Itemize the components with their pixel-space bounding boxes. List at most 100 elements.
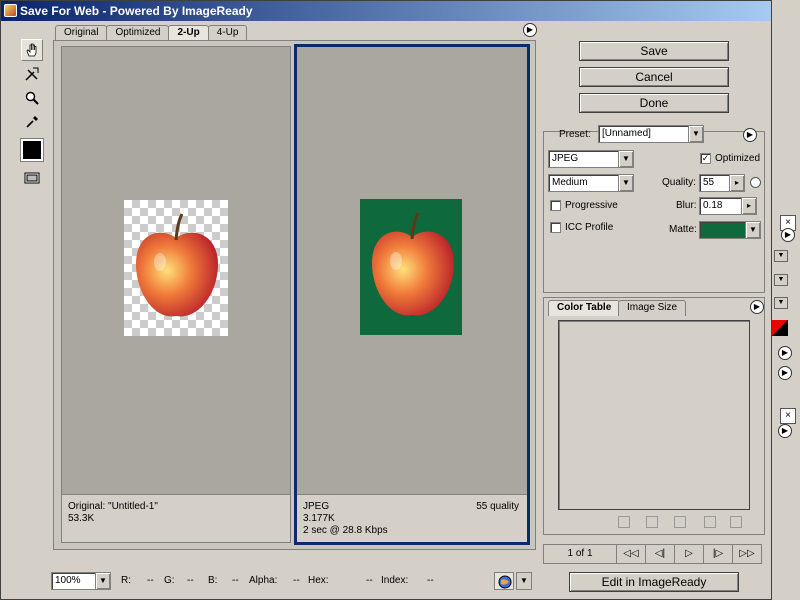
optimized-info: JPEG 3.177K 2 sec @ 28.8 Kbps 55 quality [297, 494, 527, 542]
cancel-button[interactable]: Cancel [579, 67, 729, 87]
original-name-text: Original: "Untitled-1" [68, 501, 158, 512]
tab-optimized[interactable]: Optimized [106, 25, 170, 41]
apple-image [136, 213, 218, 317]
status-bar: 100% ▼ R: -- G: -- B: -- Alpha: -- Hex: … [51, 571, 541, 591]
optimized-checkbox[interactable]: ✓ [700, 153, 711, 164]
done-button[interactable]: Done [579, 93, 729, 113]
quality-preset-value: Medium [552, 177, 588, 188]
lock-icon[interactable] [674, 516, 686, 528]
quality-label: Quality: [662, 177, 696, 188]
chevron-down-icon: ▼ [618, 175, 633, 191]
icc-profile-checkbox[interactable] [550, 222, 561, 233]
chevron-down-icon: ▼ [618, 151, 633, 167]
preset-label: Preset: [559, 129, 591, 140]
view-tabs: Original Optimized 2-Up 4-Up [55, 25, 248, 41]
tab-4-up[interactable]: 4-Up [207, 25, 248, 41]
trash-icon[interactable] [730, 516, 742, 528]
alpha-label: Alpha: [249, 575, 278, 586]
optimized-quality-text: 55 quality [476, 501, 519, 512]
original-preview-pane[interactable]: Original: "Untitled-1" 53.3K [61, 46, 291, 543]
progressive-checkbox[interactable] [550, 200, 561, 211]
b-label: B: [208, 575, 218, 586]
app-icon [4, 4, 17, 17]
preview-menu-icon[interactable]: ▶ [523, 23, 537, 37]
title-bar[interactable]: Save For Web - Powered By ImageReady [1, 1, 771, 21]
matte-dropdown[interactable]: ▼ [699, 221, 761, 239]
next-frame-button[interactable]: |▷ [703, 544, 733, 564]
zoom-tool-icon[interactable] [21, 87, 43, 109]
quality-value: 55 [703, 177, 715, 188]
settings-menu-icon[interactable]: ▶ [743, 128, 757, 142]
hex-value: -- [366, 575, 373, 586]
slice-select-tool-icon[interactable] [21, 63, 43, 85]
optimized-label: Optimized [715, 153, 761, 164]
edit-in-imageready-button[interactable]: Edit in ImageReady [569, 572, 739, 592]
chevron-down-icon: ▼ [95, 573, 110, 589]
optimization-settings: Preset: [Unnamed] ▼ ▶ JPEG ▼ ✓ Optimized… [543, 125, 765, 293]
progressive-label: Progressive [565, 200, 618, 211]
quality-field[interactable]: 55 ▸ [699, 174, 745, 192]
optimized-image [360, 199, 462, 335]
toggle-slices-icon[interactable] [21, 167, 43, 189]
map-color-icon[interactable] [618, 516, 630, 528]
tab-original[interactable]: Original [55, 25, 108, 41]
first-frame-button[interactable]: ◁◁ [616, 544, 646, 564]
play-button[interactable]: ▷ [674, 544, 704, 564]
new-color-icon[interactable] [704, 516, 716, 528]
tab-color-table[interactable]: Color Table [548, 300, 621, 316]
animation-pager: 1 of 1 ◁◁ ◁| ▷ |▷ ▷▷ [543, 544, 765, 564]
color-table-panel: Color Table Image Size ▶ [543, 297, 765, 535]
g-label: G: [164, 575, 175, 586]
quality-mask-icon[interactable] [750, 177, 761, 188]
hex-label: Hex: [308, 575, 329, 586]
browser-preview-icon[interactable] [494, 572, 514, 590]
preset-value: [Unnamed] [602, 128, 651, 139]
eyedropper-tool-icon[interactable] [21, 111, 43, 133]
prev-frame-button[interactable]: ◁| [645, 544, 675, 564]
apple-image [372, 212, 454, 316]
web-shift-icon[interactable] [646, 516, 658, 528]
panel-menu-icon[interactable]: ▶ [781, 228, 795, 242]
tab-image-size[interactable]: Image Size [618, 300, 687, 316]
index-value: -- [427, 575, 434, 586]
save-for-web-dialog: Save For Web - Powered By ImageReady Ori… [0, 0, 772, 600]
icc-profile-label: ICC Profile [565, 222, 614, 233]
tool-palette [20, 39, 47, 191]
matte-label: Matte: [669, 224, 697, 235]
browser-menu-chevron-down-icon[interactable]: ▼ [516, 572, 532, 590]
b-value: -- [232, 575, 239, 586]
optimized-preview-pane[interactable]: JPEG 3.177K 2 sec @ 28.8 Kbps 55 quality [294, 44, 530, 545]
panel-menu-icon[interactable]: ▶ [778, 346, 792, 360]
scroll-arrow-icon[interactable]: ▼ [774, 297, 788, 309]
window-title: Save For Web - Powered By ImageReady [20, 4, 253, 18]
color-table-grid[interactable] [558, 320, 750, 510]
chevron-right-icon[interactable]: ▸ [741, 198, 756, 214]
original-info: Original: "Untitled-1" 53.3K [62, 494, 290, 542]
quality-preset-dropdown[interactable]: Medium ▼ [548, 174, 634, 192]
blur-label: Blur: [676, 200, 697, 211]
blur-field[interactable]: 0.18 ▸ [699, 197, 757, 215]
last-frame-button[interactable]: ▷▷ [732, 544, 762, 564]
panel-menu-icon[interactable]: ▶ [778, 366, 792, 380]
original-size-text: 53.3K [68, 513, 95, 524]
close-icon[interactable]: × [780, 408, 796, 424]
preset-dropdown[interactable]: [Unnamed] ▼ [598, 125, 704, 143]
g-value: -- [187, 575, 194, 586]
background-panel-right: × ▶ ▼ ▼ ▼ ▶ ▶ × ▶ [770, 0, 800, 600]
eyedropper-color-swatch[interactable] [20, 138, 44, 162]
optimized-size-text: 3.177K [303, 513, 335, 524]
format-value: JPEG [552, 153, 579, 164]
scroll-arrow-icon[interactable]: ▼ [774, 250, 788, 262]
panel-menu-icon[interactable]: ▶ [778, 424, 792, 438]
format-dropdown[interactable]: JPEG ▼ [548, 150, 634, 168]
save-button[interactable]: Save [579, 41, 729, 61]
hand-tool-icon[interactable] [21, 39, 43, 61]
alpha-value: -- [293, 575, 300, 586]
chevron-right-icon[interactable]: ▸ [729, 175, 744, 191]
color-table-menu-icon[interactable]: ▶ [750, 300, 764, 314]
scroll-arrow-icon[interactable]: ▼ [774, 274, 788, 286]
zoom-dropdown[interactable]: 100% ▼ [51, 572, 111, 590]
color-swatch-icon[interactable] [772, 320, 788, 336]
tab-2-up[interactable]: 2-Up [168, 25, 209, 41]
zoom-value: 100% [55, 575, 81, 586]
